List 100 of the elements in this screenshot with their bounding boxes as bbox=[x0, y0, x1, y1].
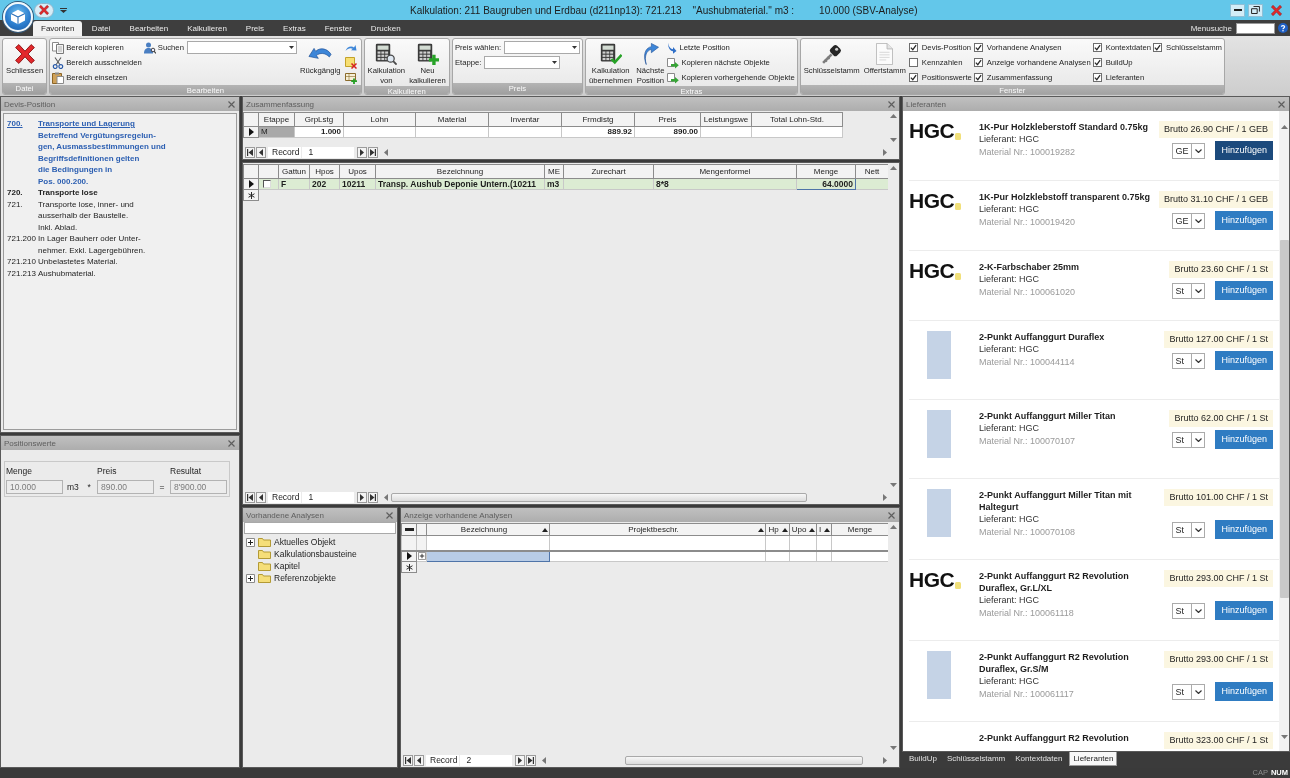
next-record-button[interactable] bbox=[357, 492, 368, 503]
unit-dropdown[interactable]: St bbox=[1172, 282, 1206, 299]
checkbox[interactable] bbox=[908, 43, 918, 52]
table-cell[interactable]: 64.0000 bbox=[796, 178, 856, 190]
checkbox[interactable] bbox=[973, 73, 983, 82]
close-button[interactable] bbox=[386, 511, 393, 519]
panel-tab[interactable]: Schlüsselstamm bbox=[944, 752, 1009, 766]
customize-button[interactable] bbox=[60, 5, 67, 15]
unit-dropdown[interactable]: St bbox=[1172, 431, 1206, 448]
checkbox[interactable] bbox=[263, 180, 271, 188]
previous-record-button[interactable] bbox=[256, 492, 266, 503]
panel-tab[interactable]: Kontextdaten bbox=[1012, 752, 1066, 766]
add-button[interactable]: Hinzufügen bbox=[1215, 430, 1273, 449]
unit-dropdown[interactable]: St bbox=[1172, 352, 1206, 369]
tree-item[interactable]: Kapitel bbox=[246, 560, 397, 572]
add-button[interactable]: Hinzufügen bbox=[1215, 682, 1273, 701]
checkbox[interactable] bbox=[1092, 58, 1102, 67]
checkbox[interactable] bbox=[973, 58, 983, 67]
first-record-button[interactable] bbox=[403, 755, 413, 766]
close-button[interactable] bbox=[888, 511, 895, 519]
table-cell[interactable] bbox=[426, 550, 550, 562]
column-header[interactable]: I bbox=[816, 523, 832, 536]
next-record-button[interactable] bbox=[515, 755, 526, 766]
menu-search-field[interactable] bbox=[1236, 22, 1275, 34]
next-record-button[interactable] bbox=[357, 147, 368, 158]
panel-tab[interactable]: Lieferanten bbox=[1069, 752, 1118, 766]
column-header[interactable]: Leistungswe bbox=[700, 112, 752, 127]
column-header[interactable]: Preis bbox=[634, 112, 701, 127]
last-record-button[interactable] bbox=[368, 492, 379, 503]
column-header[interactable]: Gattun bbox=[278, 164, 310, 179]
dropdown-field[interactable] bbox=[484, 56, 561, 69]
column-header[interactable]: Mengenformel bbox=[653, 164, 797, 179]
ribbon-tab[interactable]: Bearbeiten bbox=[120, 22, 178, 36]
scrollbar-thumb[interactable] bbox=[1279, 240, 1289, 598]
minimize-button[interactable] bbox=[1230, 3, 1245, 17]
ribbon-tab[interactable]: Datei bbox=[82, 22, 121, 36]
unit-dropdown[interactable]: St bbox=[1172, 521, 1206, 538]
ribbon-tab[interactable]: Preis bbox=[236, 22, 274, 36]
ribbon-tab[interactable]: Fenster bbox=[315, 22, 362, 36]
close-button[interactable] bbox=[1278, 100, 1285, 108]
column-header[interactable]: Zurechart bbox=[563, 164, 654, 179]
position-title-link[interactable]: Transporte und Lagerung bbox=[38, 118, 166, 130]
first-record-button[interactable] bbox=[245, 147, 255, 158]
column-header[interactable]: Frmdlstg bbox=[561, 112, 635, 127]
checkbox[interactable] bbox=[908, 73, 918, 82]
column-header[interactable]: Total Lohn-Std. bbox=[751, 112, 843, 127]
column-header[interactable]: Nett bbox=[855, 164, 888, 179]
previous-record-button[interactable] bbox=[256, 147, 266, 158]
ribbon-icon-button[interactable] bbox=[343, 55, 359, 70]
unit-dropdown[interactable]: St bbox=[1172, 602, 1206, 619]
last-record-button[interactable] bbox=[526, 755, 537, 766]
close-button[interactable] bbox=[228, 439, 235, 447]
tree-item[interactable]: Aktuelles Objekt bbox=[246, 536, 397, 548]
add-button[interactable]: Hinzufügen bbox=[1215, 141, 1273, 160]
application-menu-button[interactable] bbox=[3, 2, 33, 32]
vertical-scrollbar[interactable] bbox=[1279, 111, 1289, 751]
column-header[interactable]: Menge bbox=[796, 164, 856, 179]
position-link[interactable]: 700. bbox=[6, 118, 38, 187]
previous-record-button[interactable] bbox=[414, 755, 424, 766]
record-number-field[interactable]: 1 bbox=[302, 147, 355, 158]
checkbox[interactable] bbox=[1092, 43, 1102, 52]
add-button[interactable]: Hinzufügen bbox=[1215, 520, 1273, 539]
scrollbar-thumb[interactable] bbox=[625, 756, 864, 765]
scrollbar-thumb[interactable] bbox=[391, 493, 807, 502]
column-header[interactable]: Projektbeschr. bbox=[549, 523, 766, 536]
ribbon-icon-button[interactable] bbox=[343, 70, 359, 85]
panel-tab[interactable]: BuildUp bbox=[906, 752, 940, 766]
tree-item[interactable]: Kalkulationsbausteine bbox=[246, 548, 397, 560]
column-header[interactable]: Hp bbox=[765, 523, 790, 536]
close-button[interactable] bbox=[888, 100, 895, 108]
dropdown-field[interactable] bbox=[504, 41, 581, 54]
ribbon-tab[interactable]: Extras bbox=[273, 22, 316, 36]
add-button[interactable]: Hinzufügen bbox=[1215, 601, 1273, 620]
unit-dropdown[interactable]: St bbox=[1172, 683, 1206, 700]
record-number-field[interactable]: 2 bbox=[460, 755, 513, 766]
quick-access-button[interactable] bbox=[34, 2, 54, 18]
column-header[interactable]: GrpLstg bbox=[294, 112, 344, 127]
checkbox[interactable] bbox=[908, 58, 918, 67]
column-header[interactable]: Bezeichnung bbox=[426, 523, 550, 536]
column-header[interactable]: Bezeichnung bbox=[375, 164, 545, 179]
first-record-button[interactable] bbox=[245, 492, 255, 503]
ribbon-tab[interactable]: Favoriten bbox=[33, 21, 83, 36]
record-number-field[interactable]: 1 bbox=[302, 492, 355, 503]
column-header[interactable]: Etappe bbox=[258, 112, 295, 127]
column-header[interactable]: Lohn bbox=[343, 112, 416, 127]
ribbon-tab[interactable]: Drucken bbox=[361, 22, 411, 36]
column-header[interactable]: Upos bbox=[339, 164, 376, 179]
checkbox[interactable] bbox=[1092, 73, 1102, 82]
ribbon-tab[interactable]: Kalkulieren bbox=[177, 22, 237, 36]
search-field[interactable] bbox=[244, 522, 396, 534]
close-button[interactable] bbox=[228, 100, 235, 108]
add-button[interactable]: Hinzufügen bbox=[1215, 281, 1273, 300]
column-header[interactable]: Upo bbox=[789, 523, 817, 536]
column-header[interactable]: Inventar bbox=[488, 112, 562, 127]
last-record-button[interactable] bbox=[368, 147, 379, 158]
add-button[interactable]: Hinzufügen bbox=[1215, 351, 1273, 370]
dropdown-field[interactable] bbox=[186, 41, 297, 54]
column-header[interactable]: Hpos bbox=[309, 164, 340, 179]
tree-item[interactable]: Referenzobjekte bbox=[246, 572, 397, 584]
checkbox[interactable] bbox=[1153, 43, 1162, 52]
